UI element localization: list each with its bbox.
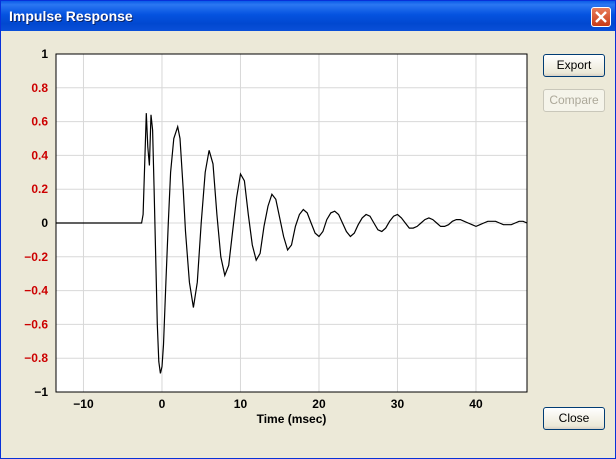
x-tick-label: 20 [312, 397, 326, 411]
y-tick-label: −0.4 [24, 284, 48, 298]
window-title: Impulse Response [9, 8, 133, 24]
y-tick-label: −0.2 [24, 250, 48, 264]
x-tick-label: 0 [159, 397, 166, 411]
compare-button-label: Compare [549, 93, 599, 107]
export-button-label: Export [556, 58, 592, 72]
impulse-response-window: Impulse Response 1 0.8 0.6 0.4 0.2 0 −0.2 −0.4 −… [0, 0, 616, 459]
x-tick-label: 30 [391, 397, 405, 411]
compare-button[interactable]: Compare [543, 89, 605, 112]
x-tick-label: 10 [234, 397, 248, 411]
y-tick-label: 0.6 [31, 115, 48, 129]
x-tick-label: 40 [469, 397, 483, 411]
window-close-button[interactable] [591, 7, 611, 27]
dialog-client-area: 1 0.8 0.6 0.4 0.2 0 −0.2 −0.4 −0.6 −0.8 −1 −10 0 10 20… [4, 31, 612, 455]
y-tick-label: 1 [41, 49, 48, 61]
y-tick-label: 0.4 [31, 148, 48, 162]
x-axis-label: Time (msec) [257, 412, 327, 426]
close-button[interactable]: Close [543, 407, 605, 430]
y-tick-label: 0.2 [31, 182, 48, 196]
close-icon [595, 11, 607, 23]
y-tick-label: 0.8 [31, 81, 48, 95]
export-button[interactable]: Export [543, 54, 605, 77]
close-button-label: Close [558, 411, 590, 425]
x-tick-label: −10 [73, 397, 94, 411]
y-tick-label: 0 [41, 216, 48, 230]
title-bar[interactable]: Impulse Response [1, 1, 615, 31]
y-tick-label: −1 [34, 385, 48, 399]
y-tick-label: −0.8 [24, 351, 48, 365]
y-tick-label: −0.6 [24, 317, 48, 331]
impulse-response-chart: 1 0.8 0.6 0.4 0.2 0 −0.2 −0.4 −0.6 −0.8 −1 −10 0 10 20… [24, 49, 528, 426]
